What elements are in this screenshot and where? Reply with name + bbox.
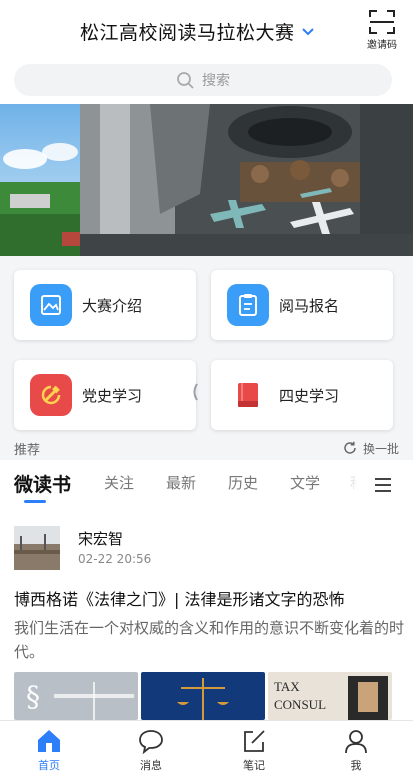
scan-icon: [369, 10, 395, 34]
banner-image: [0, 104, 413, 256]
refresh-icon: [344, 441, 356, 454]
book-icon: [227, 374, 269, 416]
entry-card-registration[interactable]: 阅马报名: [211, 270, 393, 340]
tab-literature[interactable]: 文学: [290, 472, 320, 493]
active-tab-indicator: [24, 500, 46, 503]
page-title: 松江高校阅读马拉松大赛: [80, 22, 295, 44]
image-text-tax: TAX CONSUL: [274, 679, 327, 712]
post-title[interactable]: 博西格诺《法律之门》| 法律是形诸文字的恐怖: [14, 586, 406, 610]
post-card[interactable]: 宋宏智 02-22 20:56 博西格诺《法律之门》| 法律是形诸文字的恐怖 我…: [0, 510, 413, 720]
banner-carousel[interactable]: [0, 104, 413, 256]
entry-label: 阅马报名: [279, 296, 340, 315]
nav-me[interactable]: 我: [326, 727, 386, 773]
clipboard-icon: [227, 284, 269, 326]
tab-latest[interactable]: 最新: [166, 472, 196, 493]
tab-follow[interactable]: 关注: [104, 472, 134, 493]
post-image-2[interactable]: [141, 672, 265, 720]
title-dropdown[interactable]: 松江高校阅读马拉松大赛: [80, 18, 315, 45]
author-avatar[interactable]: [14, 526, 60, 570]
phone-peek-icon: [193, 383, 198, 401]
entry-card-party-history[interactable]: 党史学习: [14, 360, 196, 430]
svg-text:§: §: [26, 680, 40, 713]
app-screen: 松江高校阅读马拉松大赛 邀请码 搜索 大赛介绍 阅马报名 党史学习 四史学习 推…: [0, 0, 413, 779]
image-icon: [30, 284, 72, 326]
bottom-nav: 首页 消息 笔记 我: [0, 720, 413, 779]
post-images: § TAX CONSUL: [14, 672, 398, 720]
home-icon: [38, 730, 60, 752]
scan-button[interactable]: 邀请码: [365, 10, 399, 51]
post-time: 02-22 20:56: [78, 552, 152, 566]
party-emblem-icon: [30, 374, 72, 416]
entry-card-four-histories[interactable]: 四史学习: [211, 360, 393, 430]
nav-messages[interactable]: 消息: [121, 727, 181, 773]
refresh-button[interactable]: 换一批: [343, 440, 399, 457]
author-name[interactable]: 宋宏智: [78, 528, 123, 549]
nav-label: 首页: [38, 759, 60, 772]
post-description: 我们生活在一个对权威的含义和作用的意识不断变化着的时代。: [14, 619, 405, 661]
entry-label: 四史学习: [279, 386, 340, 405]
search-placeholder: 搜索: [202, 73, 230, 89]
entry-grid: 大赛介绍 阅马报名 党史学习 四史学习: [0, 256, 413, 436]
post-image-3[interactable]: TAX CONSUL: [268, 672, 392, 720]
recommend-label: 推荐: [14, 442, 41, 458]
scan-label: 邀请码: [367, 40, 397, 51]
chat-bubble-icon: [139, 730, 163, 755]
user-icon: [345, 730, 367, 754]
search-bar[interactable]: 搜索: [14, 64, 392, 96]
refresh-label: 换一批: [362, 441, 399, 456]
category-tabs: 微读书 关注 最新 历史 文学 科: [0, 460, 413, 510]
entry-label: 党史学习: [82, 386, 143, 405]
entry-label: 大赛介绍: [82, 296, 143, 315]
search-icon: [177, 72, 194, 89]
header: 松江高校阅读马拉松大赛 邀请码: [0, 0, 413, 56]
nav-notes[interactable]: 笔记: [224, 727, 284, 773]
menu-icon[interactable]: [372, 474, 394, 496]
tab-weidushu[interactable]: 微读书: [14, 470, 71, 497]
tab-fade: [330, 460, 370, 510]
post-image-1[interactable]: §: [14, 672, 138, 720]
nav-home[interactable]: 首页: [19, 727, 79, 773]
chevron-down-icon: [301, 27, 314, 35]
recommend-bar: 推荐 换一批: [0, 436, 413, 460]
tab-history[interactable]: 历史: [228, 472, 258, 493]
nav-label: 消息: [140, 759, 162, 772]
edit-note-icon: [244, 730, 265, 752]
nav-label: 我: [350, 759, 362, 772]
entry-card-contest-intro[interactable]: 大赛介绍: [14, 270, 196, 340]
nav-label: 笔记: [243, 759, 265, 772]
